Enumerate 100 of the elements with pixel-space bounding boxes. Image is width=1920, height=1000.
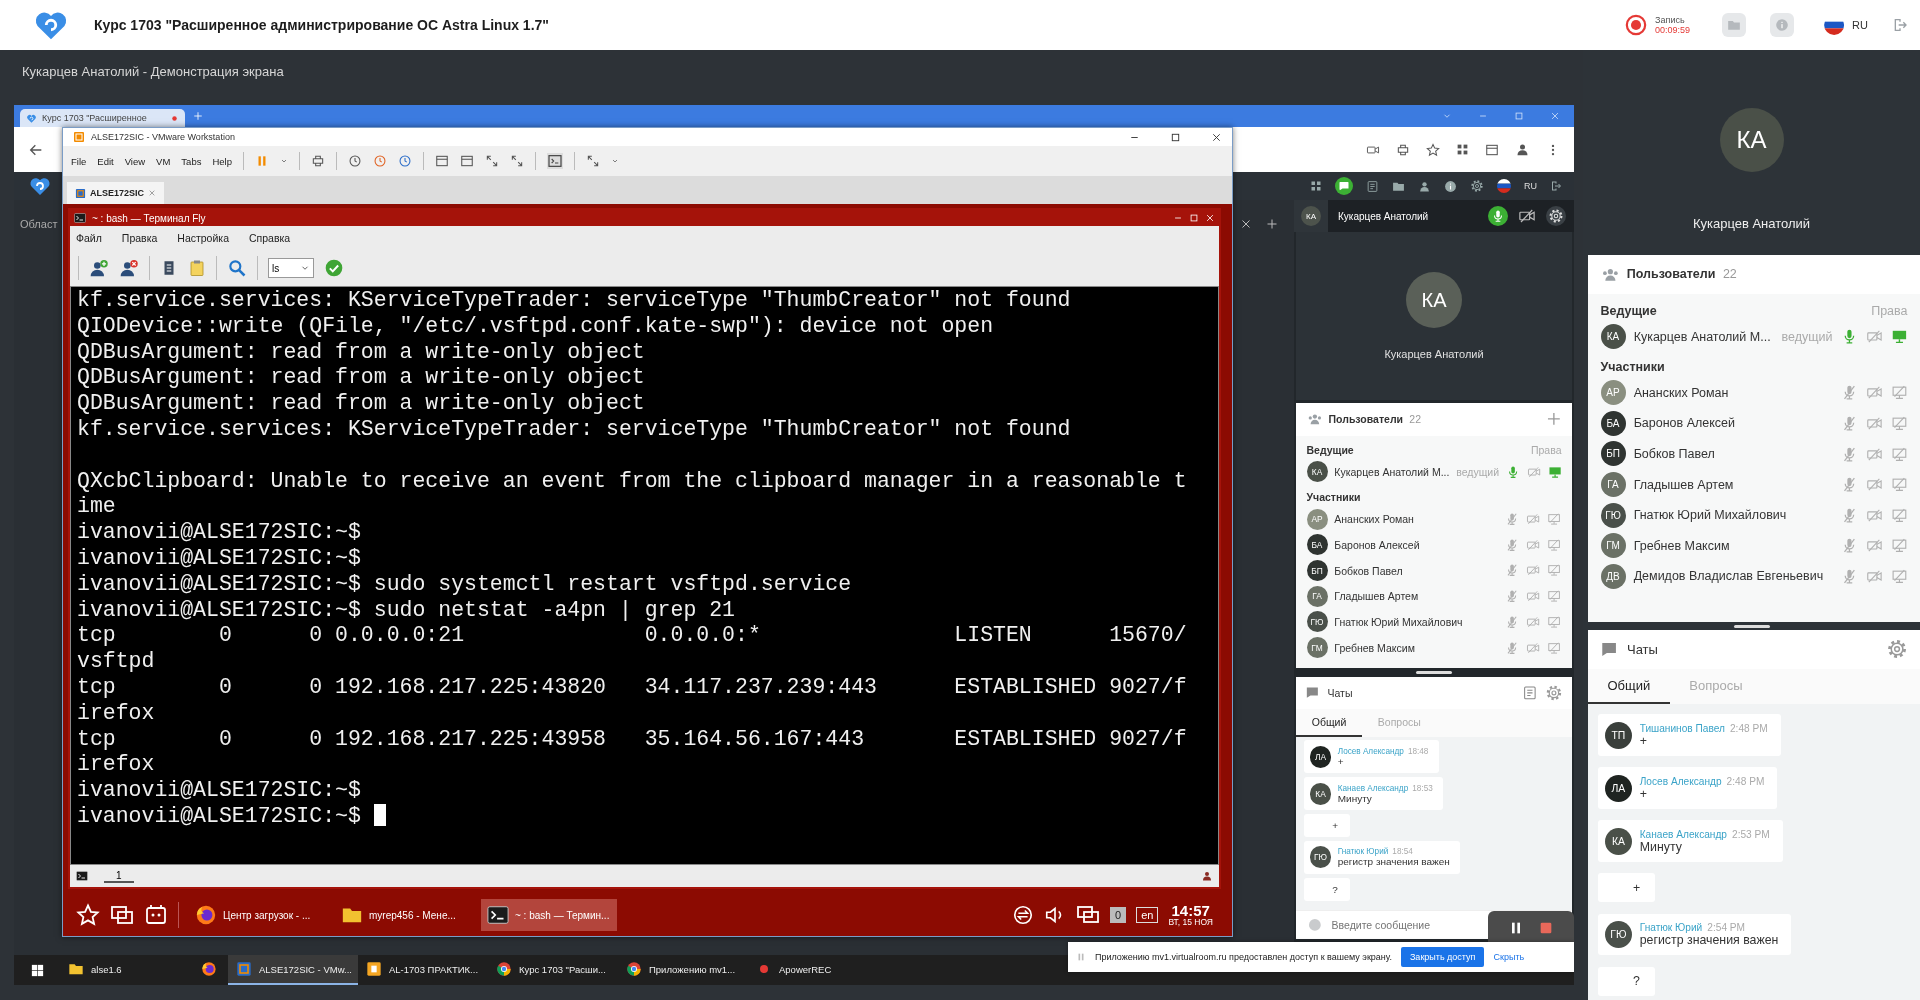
menu-item[interactable]: View — [124, 155, 146, 167]
taskbar-item[interactable]: myrep456 - Мене... — [335, 899, 471, 931]
camera-off-icon[interactable] — [1518, 207, 1536, 225]
star-icon[interactable] — [1426, 142, 1440, 157]
screen-off-icon[interactable] — [1547, 537, 1562, 552]
flag-icon[interactable] — [1497, 179, 1511, 193]
screen-off-icon[interactable] — [1890, 476, 1908, 493]
info-icon — [1775, 18, 1790, 32]
screen-off-icon[interactable] — [1890, 506, 1908, 524]
close-access-button[interactable]: Закрыть доступ — [1400, 947, 1485, 967]
screen-off-icon[interactable] — [1547, 640, 1562, 655]
document-icon[interactable] — [1521, 684, 1538, 701]
files-button[interactable] — [1722, 13, 1747, 37]
hide-link[interactable]: Скрыть — [1493, 952, 1525, 962]
caret-icon[interactable] — [611, 157, 619, 165]
menu-item[interactable]: File — [71, 155, 87, 167]
box-icon[interactable] — [144, 903, 168, 927]
taskbar-item[interactable]: ~ : bash — Термин... — [481, 899, 617, 931]
record-icon[interactable] — [1625, 14, 1648, 36]
taskbar-item[interactable]: ALSE172SIC - VMw... — [228, 955, 358, 985]
exit-icon[interactable] — [1550, 180, 1562, 192]
terminal-tab[interactable]: 1 — [104, 869, 134, 883]
user-name: Гнатюк Юрий Михайлович — [1334, 615, 1464, 628]
plus-icon[interactable] — [1545, 411, 1562, 428]
close-icon[interactable] — [1211, 131, 1222, 143]
emoji-icon[interactable] — [1306, 916, 1323, 933]
keyboard-layout-button[interactable]: en — [1136, 907, 1159, 923]
chat-icon[interactable] — [1335, 177, 1353, 195]
menu-item[interactable]: Правка — [121, 232, 158, 244]
search-icon[interactable] — [227, 258, 247, 278]
clock-icon[interactable] — [348, 154, 362, 168]
taskbar-item[interactable]: Приложению mv1... — [618, 955, 748, 985]
screen-share-icon[interactable] — [1547, 464, 1562, 479]
document-icon[interactable] — [1366, 179, 1379, 193]
screen-off-icon[interactable] — [1547, 614, 1562, 630]
menu-item[interactable]: VM — [156, 155, 171, 167]
fullscreen-icon[interactable] — [485, 154, 499, 168]
rights-label: Права — [1871, 303, 1908, 318]
screen-off-icon[interactable] — [1890, 568, 1908, 585]
screen-share-icon[interactable] — [1890, 328, 1908, 346]
taskbar-item[interactable]: alse1.6 — [60, 955, 190, 985]
terminal-line: ivanovii@ALSE172SIC:~$ — [77, 545, 361, 570]
browser-tab[interactable]: Курс 1703 "Расширенное — [20, 109, 185, 127]
screen-off-icon[interactable] — [1547, 589, 1562, 604]
layout-icon[interactable] — [460, 154, 474, 168]
stretch-icon[interactable] — [586, 154, 600, 168]
start-icon[interactable] — [29, 962, 45, 978]
profile-icon[interactable] — [1515, 142, 1530, 157]
exit-icon[interactable] — [1892, 17, 1908, 33]
menu-item[interactable]: Файл — [76, 232, 102, 244]
screen-off-icon[interactable] — [1890, 445, 1908, 463]
indicator-badge[interactable]: 0 — [1110, 907, 1127, 923]
paste-icon[interactable] — [188, 259, 206, 277]
taskbar-item[interactable]: Центр загрузок - ... — [189, 899, 325, 931]
menu-item[interactable]: Справка — [249, 232, 291, 244]
screen-off-icon[interactable] — [1890, 384, 1908, 402]
menu-item[interactable]: Настройка — [177, 232, 229, 244]
user-icon[interactable] — [1418, 179, 1431, 193]
language-label[interactable]: RU — [1524, 181, 1537, 191]
caret-icon[interactable] — [280, 157, 288, 165]
new-tab-icon[interactable] — [89, 258, 109, 278]
menu-item[interactable]: Help — [212, 155, 232, 167]
settings-icon[interactable] — [1546, 206, 1566, 226]
menu-item[interactable]: Tabs — [181, 155, 202, 167]
console-icon[interactable] — [547, 153, 563, 169]
windows-icon[interactable] — [110, 903, 134, 927]
message-field[interactable]: Введите сообщение — [1329, 917, 1446, 932]
info-button[interactable] — [1770, 13, 1795, 37]
fullscreen-icon[interactable] — [510, 154, 524, 168]
avatar: ГЮ — [1604, 921, 1632, 949]
language-label[interactable]: RU — [1852, 19, 1868, 31]
taskbar-item[interactable]: ApowerREC — [748, 955, 878, 985]
clock-icon[interactable] — [373, 154, 387, 168]
info-icon[interactable] — [1444, 179, 1457, 193]
close-icon[interactable] — [1240, 218, 1252, 230]
vm-tab[interactable]: ALSE172SIC — [67, 182, 165, 204]
browser-icon — [201, 961, 217, 977]
maximize-icon[interactable] — [1170, 131, 1181, 143]
screen-off-icon[interactable] — [1890, 537, 1908, 555]
terminal-line: ivanovii@ALSE172SIC:~$ — [77, 520, 361, 545]
run-icon[interactable] — [324, 258, 344, 278]
clock-icon[interactable] — [398, 154, 412, 168]
layout-icon[interactable] — [1485, 142, 1499, 157]
menu-item[interactable]: Edit — [97, 155, 114, 167]
microphone-icon[interactable] — [1488, 206, 1508, 226]
grid-icon[interactable] — [1310, 180, 1322, 192]
stop-icon[interactable] — [1538, 920, 1554, 936]
extensions-icon[interactable] — [1456, 143, 1469, 156]
user-icon[interactable] — [1201, 870, 1213, 882]
plus-icon[interactable] — [1266, 218, 1278, 230]
screen-off-icon[interactable] — [1547, 512, 1562, 527]
close-tab-icon[interactable] — [119, 258, 139, 278]
command-combobox[interactable]: ls — [268, 258, 314, 278]
screen-off-icon[interactable] — [1547, 563, 1562, 578]
terminal-line: ivanovii@ALSE172SIC:~$ sudo systemctl restart vsftpd.service — [77, 571, 852, 596]
settings-icon[interactable] — [1470, 179, 1484, 193]
taskbar-item[interactable]: Курс 1703 "Расши... — [488, 955, 618, 985]
taskbar-item[interactable]: AL-1703 ПРАКТИК... — [358, 955, 488, 985]
screen-off-icon[interactable] — [1890, 414, 1908, 432]
layout-icon[interactable] — [435, 154, 449, 168]
